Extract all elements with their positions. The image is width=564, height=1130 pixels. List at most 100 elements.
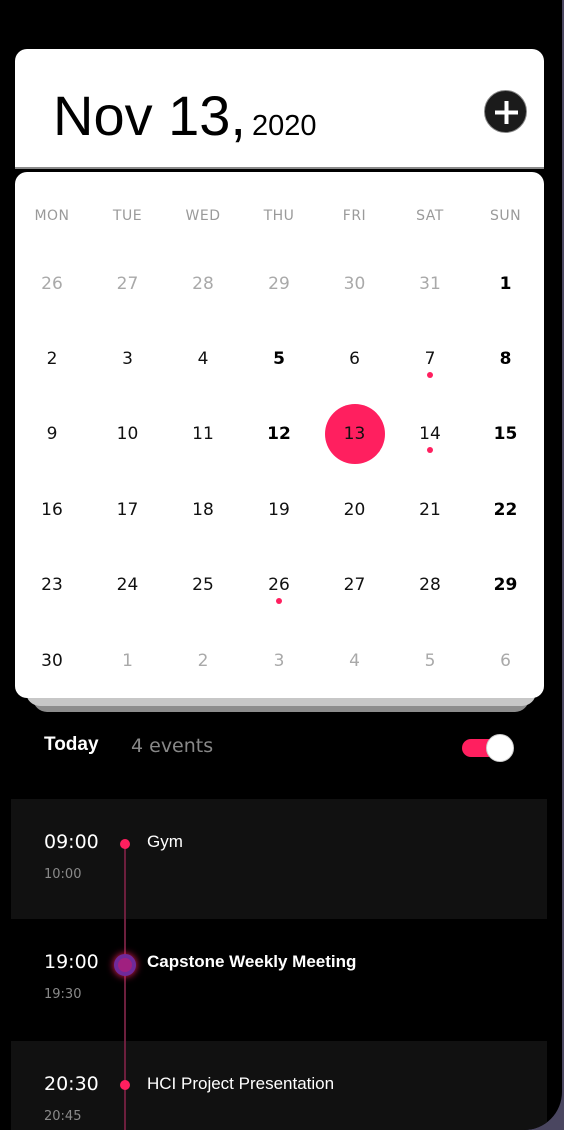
event-end-time: 19:30 (44, 987, 82, 1002)
calendar-day[interactable]: 10 (98, 414, 158, 454)
calendar-day-number: 28 (419, 575, 441, 595)
calendar-day-selected[interactable]: 13 (324, 404, 385, 464)
weekday-header-row: MON TUE WED THU FRI SAT SUN (15, 196, 544, 236)
calendar-day[interactable]: 2 (22, 339, 82, 379)
calendar-day[interactable]: 27 (325, 565, 385, 605)
calendar-day-number: 15 (493, 424, 518, 444)
event-end-time: 20:45 (44, 1109, 82, 1124)
calendar-day[interactable]: 4 (173, 339, 233, 379)
calendar-day-number: 16 (41, 500, 63, 520)
calendar-day[interactable]: 30 (325, 264, 385, 304)
calendar-day-number: 28 (192, 274, 214, 294)
calendar-day[interactable]: 5 (400, 641, 460, 681)
calendar-day[interactable]: 16 (22, 490, 82, 530)
calendar-day[interactable]: 28 (173, 264, 233, 304)
calendar-day[interactable]: 4 (325, 641, 385, 681)
calendar-day-number: 3 (122, 349, 133, 369)
date-month-day: Nov 13, (53, 84, 246, 147)
timeline-dot (120, 1080, 130, 1090)
event-title: Capstone Weekly Meeting (147, 952, 357, 971)
calendar-week-row: 2 3 4 5 6 7 8 (15, 339, 544, 379)
event-start-time: 19:00 (44, 951, 99, 973)
calendar-day[interactable]: 6 (476, 641, 536, 681)
calendar-day[interactable]: 19 (249, 490, 309, 530)
event-title: Gym (147, 832, 183, 851)
calendar-day[interactable]: 25 (173, 565, 233, 605)
calendar-day-number: 25 (192, 575, 214, 595)
calendar-day-number: 29 (493, 575, 518, 595)
timeline-dot (120, 839, 130, 849)
toggle-knob (486, 734, 514, 762)
calendar-day[interactable]: 2 (173, 641, 233, 681)
add-event-button[interactable] (484, 90, 527, 133)
event-item-capstone[interactable]: 19:00 19:30 Capstone Weekly Meeting (11, 919, 547, 1039)
calendar-day-number: 24 (116, 575, 139, 595)
calendar-day[interactable]: 6 (325, 339, 385, 379)
weekday-label: SUN (489, 208, 522, 224)
calendar-day-number: 26 (41, 274, 63, 294)
plus-icon (495, 101, 518, 124)
calendar-day[interactable]: 9 (22, 414, 82, 454)
calendar-day[interactable]: 1 (98, 641, 158, 681)
event-indicator-dot (427, 447, 433, 453)
calendar-day[interactable]: 23 (22, 565, 82, 605)
event-start-time: 20:30 (44, 1073, 99, 1095)
app-screen: Nov 13, 2020 MON TUE WED THU FRI SAT SUN 26 27 28… (0, 0, 562, 1130)
selected-date-title: Nov 13, 2020 (53, 83, 317, 148)
calendar-day[interactable]: 28 (400, 565, 460, 605)
calendar-day[interactable]: 26 (22, 264, 82, 304)
calendar-day[interactable]: 27 (98, 264, 158, 304)
event-end-time: 10:00 (44, 867, 82, 882)
calendar-grid: MON TUE WED THU FRI SAT SUN 26 27 28 29 30 31 1 2 3 4 5 6… (15, 172, 544, 698)
calendar-day[interactable]: 21 (400, 490, 460, 530)
calendar-day[interactable]: 7 (400, 339, 460, 379)
events-toggle[interactable] (462, 734, 518, 762)
calendar-day[interactable]: 11 (173, 414, 233, 454)
weekday-label: SAT (416, 208, 444, 224)
calendar-day-number: 6 (349, 349, 360, 369)
calendar-day[interactable]: 3 (98, 339, 158, 379)
events-count: 4 events (131, 735, 214, 757)
timeline-dot-active (114, 954, 136, 976)
calendar-day[interactable]: 29 (476, 565, 536, 605)
event-indicator-dot (427, 372, 433, 378)
calendar-day-number: 30 (41, 651, 63, 671)
calendar-day[interactable]: 14 (400, 414, 460, 454)
calendar-day-number: 27 (343, 575, 366, 595)
calendar-day[interactable]: 26 (249, 565, 309, 605)
events-section-title: Today (44, 734, 99, 755)
calendar-day[interactable]: 30 (22, 641, 82, 681)
calendar-day[interactable]: 29 (249, 264, 309, 304)
calendar-day[interactable]: 15 (476, 414, 536, 454)
weekday-label: TUE (112, 208, 143, 224)
calendar-day-number: 4 (197, 349, 209, 369)
calendar-day[interactable]: 20 (325, 490, 385, 530)
calendar-day[interactable]: 22 (476, 490, 536, 530)
calendar-day-number: 5 (424, 651, 436, 671)
calendar-day-number: 4 (349, 651, 360, 671)
weekday-label: WED (185, 208, 221, 224)
calendar-day[interactable]: 24 (98, 565, 158, 605)
calendar-day-number: 5 (273, 349, 285, 369)
calendar-day[interactable]: 1 (476, 264, 536, 304)
calendar-day-number: 6 (500, 651, 511, 671)
calendar-day[interactable]: 12 (249, 414, 309, 454)
weekday-label: THU (263, 208, 295, 224)
date-header: Nov 13, 2020 (15, 49, 544, 169)
calendar-day[interactable]: 3 (249, 641, 309, 681)
event-indicator-dot (276, 598, 282, 604)
calendar-day-number: 17 (116, 500, 139, 520)
calendar-day[interactable]: 5 (249, 339, 309, 379)
event-start-time: 09:00 (44, 831, 99, 853)
calendar-day[interactable]: 8 (476, 339, 536, 379)
event-item-gym[interactable]: 09:00 10:00 Gym (11, 799, 547, 919)
weekday-label: MON (34, 208, 70, 224)
calendar-day[interactable]: 31 (400, 264, 460, 304)
weekday-label: FRI (342, 208, 367, 224)
event-item-hci[interactable]: 20:30 20:45 HCI Project Presentation (11, 1041, 547, 1130)
calendar-day[interactable]: 17 (98, 490, 158, 530)
calendar-day-number: 1 (499, 274, 512, 294)
calendar-day-number: 29 (268, 274, 290, 294)
calendar-day[interactable]: 18 (173, 490, 233, 530)
calendar-day-number: 11 (192, 424, 214, 444)
